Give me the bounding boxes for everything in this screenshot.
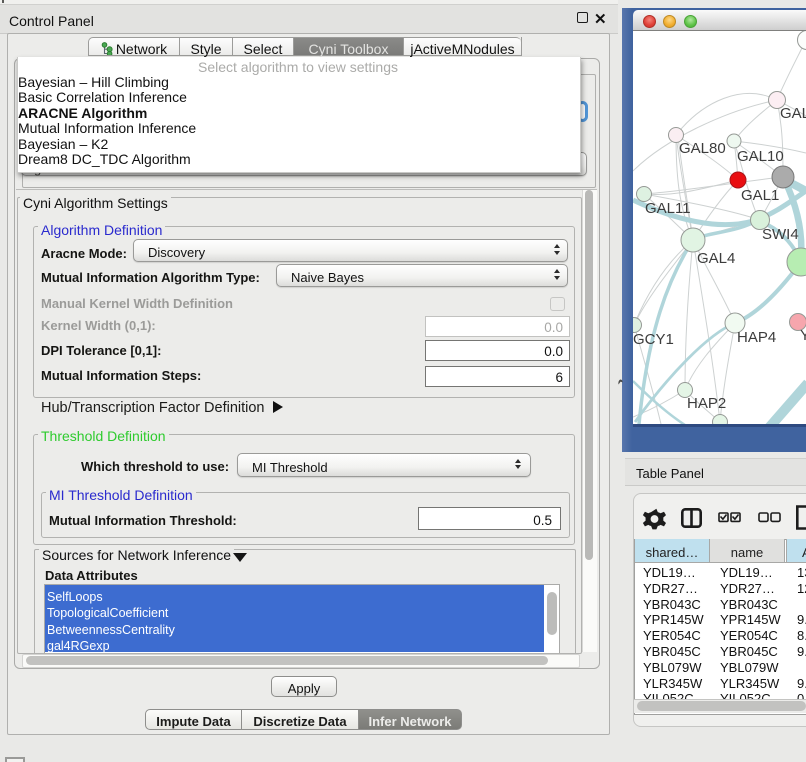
- svg-text:GAL4: GAL4: [697, 250, 735, 267]
- svg-text:SWI4: SWI4: [762, 226, 799, 243]
- svg-text:HAP4: HAP4: [737, 329, 776, 346]
- svg-text:GAL2: GAL2: [780, 105, 806, 122]
- svg-text:HAP2: HAP2: [687, 395, 726, 412]
- svg-text:GAL80: GAL80: [679, 140, 726, 157]
- svg-text:GAL11: GAL11: [645, 200, 691, 217]
- svg-text:GAL1: GAL1: [741, 187, 779, 204]
- svg-text:GAL10: GAL10: [737, 148, 784, 165]
- svg-text:Y: Y: [800, 327, 806, 344]
- svg-text:GCY1: GCY1: [633, 331, 674, 348]
